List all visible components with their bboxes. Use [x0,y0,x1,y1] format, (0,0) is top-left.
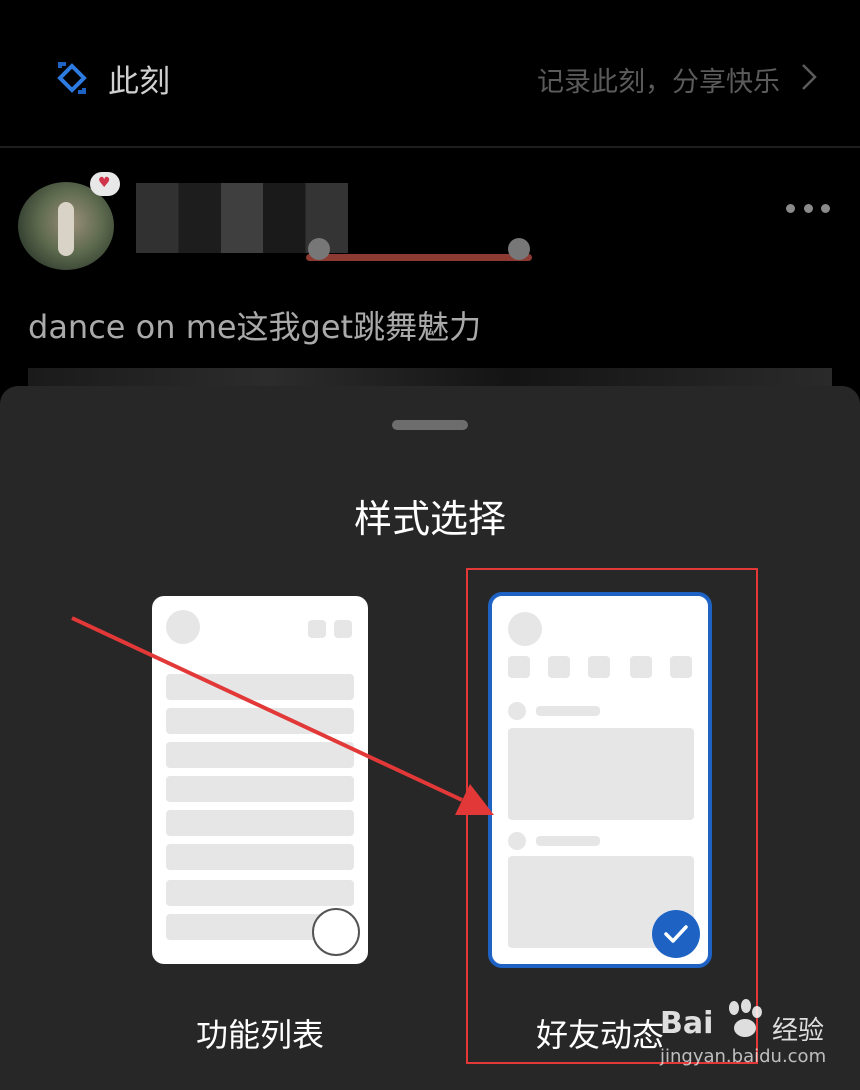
moment-logo-icon [57,62,87,94]
skeleton-row [166,776,354,802]
option-label-function-list: 功能列表 [195,1016,324,1054]
watermark-suffix: 经验 [772,1016,825,1046]
skeleton-row [166,810,354,836]
divider [0,146,860,148]
user-level-tag [306,238,532,264]
chevron-right-icon [802,64,817,90]
level-avatar-right [508,238,530,260]
skeleton-avatar [166,610,200,644]
paw-icon [729,999,762,1037]
avatar-figure [58,202,74,256]
drag-handle[interactable] [392,420,468,430]
sheet-title: 样式选择 [353,497,506,541]
moment-title: 此刻 [108,64,170,100]
skeleton-row [166,708,354,734]
level-avatar-left [308,238,330,260]
radio-unchecked[interactable] [312,908,360,956]
heart-badge: ♥ [90,172,120,196]
skeleton-icon [334,620,352,638]
level-bar [306,254,532,261]
skeleton-row [166,844,354,870]
skeleton-icon [308,620,326,638]
baidu-jingyan-watermark: Bai 经验 jingyan.baidu.com [660,996,850,1076]
more-horizontal-icon[interactable] [786,200,830,216]
post-text: dance on me这我get跳舞魅力 [28,308,482,346]
skeleton-row [166,880,354,906]
moment-header[interactable]: 此刻 记录此刻，分享快乐 [0,40,860,120]
moment-slogan: 记录此刻，分享快乐 [537,67,780,98]
heart-icon: ♥ [98,175,111,191]
annotation-highlight-box [466,568,758,1064]
watermark-brand: Bai [660,1006,714,1041]
option-function-list[interactable] [152,596,368,964]
watermark-url: jingyan.baidu.com [660,1046,827,1067]
skeleton-row [166,674,354,700]
skeleton-row [166,742,354,768]
